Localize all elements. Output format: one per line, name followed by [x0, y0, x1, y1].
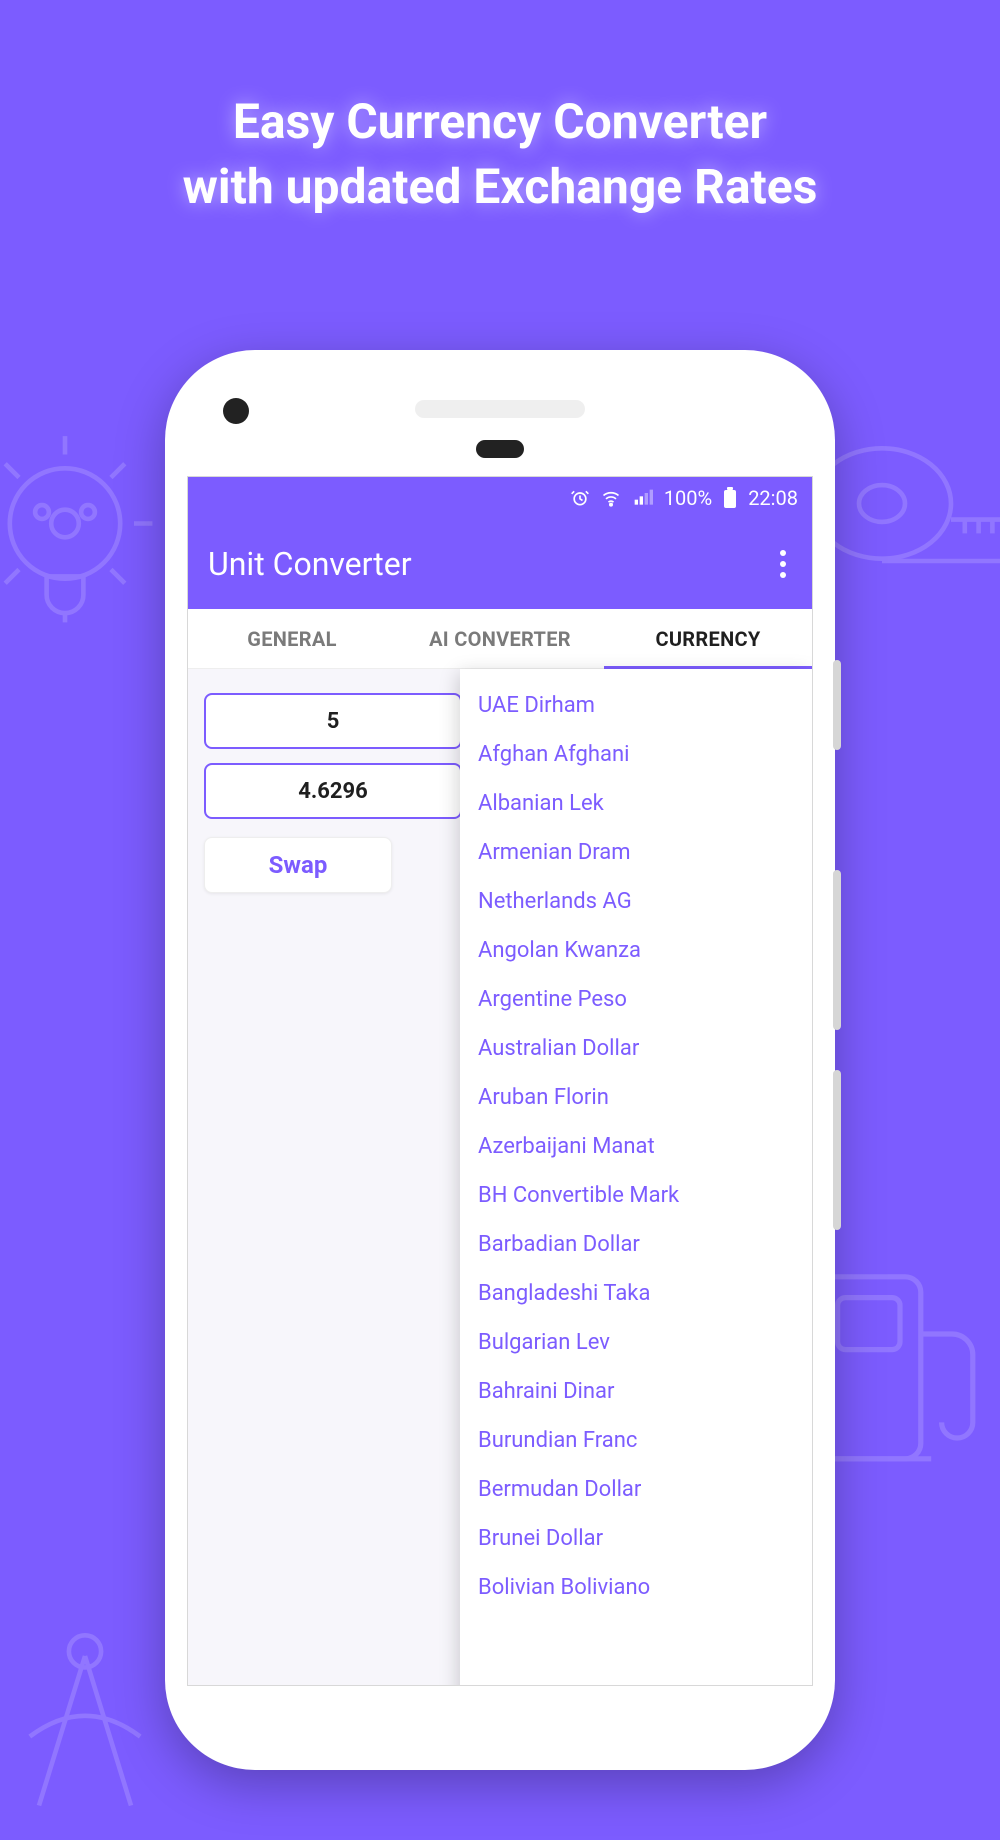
camera-icon — [223, 398, 249, 424]
decor-bulb-icon — [0, 420, 180, 650]
tab-label: CURRENCY — [655, 627, 760, 651]
app-bar: Unit Converter — [188, 519, 812, 609]
hero-title: Easy Currency Converter with updated Exc… — [0, 0, 1000, 260]
battery-icon — [722, 487, 738, 509]
status-time: 22:08 — [748, 486, 798, 510]
currency-option[interactable]: Angolan Kwanza — [472, 926, 800, 975]
currency-dropdown[interactable]: UAE Dirham Afghan Afghani Albanian Lek A… — [460, 669, 812, 1686]
currency-option[interactable]: Australian Dollar — [472, 1024, 800, 1073]
currency-option[interactable]: Bahraini Dinar — [472, 1367, 800, 1416]
currency-option[interactable]: Burundian Franc — [472, 1416, 800, 1465]
signal-icon — [632, 488, 654, 508]
speaker-grille — [415, 400, 585, 418]
tab-general[interactable]: GENERAL — [188, 609, 396, 668]
currency-option[interactable]: Armenian Dram — [472, 828, 800, 877]
currency-option[interactable]: Netherlands AG — [472, 877, 800, 926]
swap-label: Swap — [269, 851, 328, 879]
status-bar: 100% 22:08 — [188, 477, 812, 519]
alarm-icon — [570, 488, 590, 508]
from-value-input[interactable]: 5 — [204, 693, 462, 749]
hero-line1: Easy Currency Converter — [233, 93, 767, 150]
phone-side-button — [833, 870, 841, 1030]
currency-option[interactable]: Azerbaijani Manat — [472, 1122, 800, 1171]
currency-option[interactable]: Brunei Dollar — [472, 1514, 800, 1563]
dot-icon — [780, 561, 786, 567]
tab-bar: GENERAL AI CONVERTER CURRENCY — [188, 609, 812, 669]
tab-currency[interactable]: CURRENCY — [604, 609, 812, 668]
tab-ai-converter[interactable]: AI CONVERTER — [396, 609, 604, 668]
tab-label: GENERAL — [247, 627, 336, 651]
currency-option[interactable]: Argentine Peso — [472, 975, 800, 1024]
phone-top-hardware — [187, 388, 813, 448]
currency-option[interactable]: UAE Dirham — [472, 681, 800, 730]
wifi-icon — [600, 488, 622, 508]
dot-icon — [780, 572, 786, 578]
sensor-bar — [476, 440, 524, 458]
hero-line2: with updated Exchange Rates — [183, 158, 818, 215]
currency-option[interactable]: Aruban Florin — [472, 1073, 800, 1122]
phone-side-button — [833, 1070, 841, 1230]
dot-icon — [780, 550, 786, 556]
phone-screen: 100% 22:08 Unit Converter GENERAL AI CON… — [187, 476, 813, 1686]
currency-option[interactable]: Afghan Afghani — [472, 730, 800, 779]
currency-option[interactable]: Albanian Lek — [472, 779, 800, 828]
currency-option[interactable]: Barbadian Dollar — [472, 1220, 800, 1269]
app-title: Unit Converter — [208, 545, 412, 583]
currency-option[interactable]: Bulgarian Lev — [472, 1318, 800, 1367]
battery-percent: 100% — [664, 486, 712, 510]
phone-frame: 100% 22:08 Unit Converter GENERAL AI CON… — [165, 350, 835, 1770]
from-value-text: 5 — [327, 709, 340, 734]
more-options-button[interactable] — [774, 544, 792, 584]
currency-option[interactable]: Bolivian Boliviano — [472, 1563, 800, 1612]
content-area: 5 4.6296 Swap UAE Dirham Afghan Afghani … — [188, 669, 812, 917]
phone-side-button — [833, 660, 841, 750]
currency-option[interactable]: BH Convertible Mark — [472, 1171, 800, 1220]
swap-button[interactable]: Swap — [204, 837, 392, 893]
currency-option[interactable]: Bangladeshi Taka — [472, 1269, 800, 1318]
currency-option[interactable]: Bermudan Dollar — [472, 1465, 800, 1514]
tab-label: AI CONVERTER — [429, 627, 571, 651]
to-value-text: 4.6296 — [298, 779, 368, 804]
to-value-output[interactable]: 4.6296 — [204, 763, 462, 819]
